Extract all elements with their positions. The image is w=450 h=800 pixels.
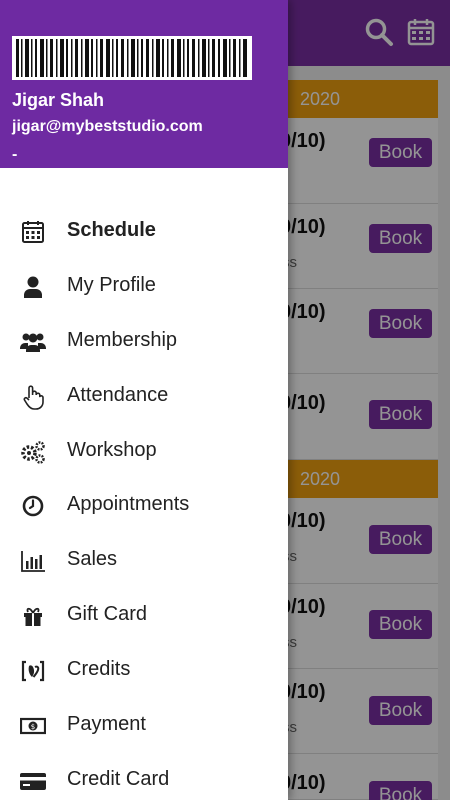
- menu-item-label: Credits: [67, 658, 131, 681]
- clock-icon: [22, 496, 44, 517]
- menu-item-label: Sales: [67, 548, 118, 571]
- navigation-drawer: Jigar Shah jigar@mybeststudio.com - Sche…: [0, 0, 288, 800]
- user-email: jigar@mybeststudio.com: [12, 118, 203, 135]
- menu-item-label: My Profile: [67, 273, 156, 296]
- menu-item-credits[interactable]: Credits: [0, 643, 288, 698]
- users-icon: [20, 333, 46, 352]
- user-name: Jigar Shah: [12, 90, 105, 110]
- menu-item-label: Payment: [67, 713, 146, 736]
- barcode: [12, 36, 252, 80]
- credit-card-icon: [20, 772, 46, 790]
- menu-item-payment[interactable]: $ Payment: [0, 698, 288, 753]
- menu-item-appointments[interactable]: Appointments: [0, 478, 288, 533]
- menu-item-membership[interactable]: Membership: [0, 314, 288, 369]
- menu-item-label: Workshop: [67, 438, 157, 461]
- gears-icon: [21, 440, 45, 464]
- menu-item-label: Attendance: [67, 383, 169, 406]
- svg-text:$: $: [31, 723, 35, 731]
- credits-icon: [21, 661, 45, 682]
- menu-item-sales[interactable]: Sales: [0, 533, 288, 588]
- gift-icon: [24, 608, 42, 627]
- money-icon: $: [20, 717, 46, 735]
- menu-item-label: Schedule: [67, 219, 156, 241]
- calendar-icon: [22, 221, 44, 243]
- user-extra: -: [12, 146, 18, 163]
- menu-item-label: Gift Card: [67, 603, 148, 626]
- menu-item-label: Credit Card: [67, 767, 170, 790]
- menu-item-attendance[interactable]: Attendance: [0, 369, 288, 424]
- menu-item-label: Membership: [67, 328, 178, 351]
- menu-item-label: Appointments: [67, 493, 190, 516]
- drawer-header: Jigar Shah jigar@mybeststudio.com -: [0, 0, 288, 168]
- menu-item-my-profile[interactable]: My Profile: [0, 259, 288, 314]
- user-icon: [24, 276, 42, 298]
- drawer-menu: Schedule My Profile Membership Attendanc…: [0, 204, 288, 800]
- menu-item-credit-card[interactable]: Credit Card: [0, 753, 288, 800]
- menu-item-workshop[interactable]: Workshop: [0, 424, 288, 479]
- bar-chart-icon: [21, 551, 45, 573]
- menu-item-gift-card[interactable]: Gift Card: [0, 588, 288, 643]
- menu-item-schedule[interactable]: Schedule: [0, 204, 288, 259]
- hand-pointer-icon: [23, 385, 44, 410]
